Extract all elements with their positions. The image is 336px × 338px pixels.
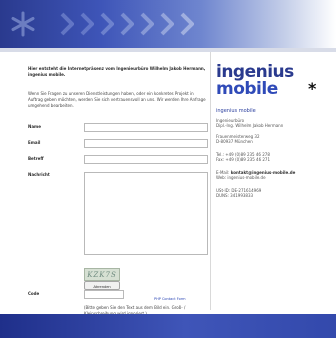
chevron-right-icon — [60, 12, 74, 36]
captcha-image: KZK7S — [84, 268, 120, 281]
office-line: Ingenieurbüro — [216, 118, 245, 123]
subject-label: Betreff — [28, 156, 44, 161]
company-contact: E-Mail: kontakt@ingenius-mobile.de Web: … — [216, 170, 324, 181]
chevron-right-icon — [180, 12, 194, 36]
company-address: Frauenmeisterweg 32 D-80937 München — [216, 134, 324, 145]
street-line: Frauenmeisterweg 32 — [216, 134, 260, 139]
company-phone: Tel.: +49 (0)89 235 46 278 Fax: +49 (0)8… — [216, 152, 324, 163]
name-label: Name — [28, 124, 41, 129]
subject-input[interactable] — [84, 155, 208, 164]
chevron-right-icon — [160, 12, 174, 36]
intro-text: Wenn Sie Fragen zu unseren Dienstleistun… — [28, 91, 206, 108]
duns-line: DUNS: 341993833 — [216, 193, 254, 199]
engineer-line: Dipl.-Ing. Wilhelm Jakob Hermann — [216, 123, 284, 129]
footer-banner — [0, 314, 336, 338]
ust-line: USt-ID: DE-271614969 — [216, 188, 262, 193]
email-label-text: E-Mail: — [216, 170, 230, 175]
company-email-link[interactable]: kontakt@ingenius-mobile.de — [231, 170, 296, 175]
main-content: Hier entsteht die Internetpräsenz vom In… — [22, 52, 324, 321]
company-ids: USt-ID: DE-271614969 DUNS: 341993833 — [216, 188, 324, 199]
web-label-text: Web: — [216, 175, 227, 181]
web-row: Web: ingenius-mobile.de — [216, 175, 266, 180]
contact-form-column: Hier entsteht die Internetpräsenz vom In… — [22, 52, 211, 321]
email-label: Email — [28, 140, 41, 145]
asterisk-decoration-icon — [10, 11, 36, 41]
chevron-right-icon — [140, 12, 154, 36]
code-label: Code — [28, 291, 40, 296]
company-web-link[interactable]: ingenius-mobile.de — [227, 175, 265, 180]
intro-heading: Hier entsteht die Internetpräsenz vom In… — [28, 66, 206, 77]
email-row: E-Mail: kontakt@ingenius-mobile.de — [216, 170, 295, 175]
company-info-column: ingenius mobile * ingenius mobile Ingeni… — [216, 52, 324, 310]
php-contact-form-link[interactable]: PHP Contact Form — [154, 297, 186, 301]
chevron-right-icon — [80, 12, 94, 36]
email-input[interactable] — [84, 139, 208, 148]
chevron-right-icon — [100, 12, 114, 36]
company-name: ingenius mobile — [216, 108, 256, 114]
phone-line: Tel.: +49 (0)89 235 46 278 — [216, 152, 270, 157]
fax-line: Fax: +49 (0)89 235 46 271 — [216, 157, 271, 163]
name-input[interactable] — [84, 123, 208, 132]
city-line: D-80937 München — [216, 139, 253, 145]
message-textarea[interactable] — [84, 172, 208, 255]
captcha-code-input[interactable] — [84, 290, 124, 299]
company-office: Ingenieurbüro Dipl.-Ing. Wilhelm Jakob H… — [216, 118, 324, 129]
submit-button[interactable]: Abrenden — [84, 281, 120, 290]
chevron-right-icon — [120, 12, 134, 36]
logo-asterisk-icon: * — [308, 79, 317, 98]
header-banner — [0, 0, 336, 48]
message-label: Nachricht — [28, 172, 50, 177]
logo-mobile: mobile — [216, 79, 278, 99]
